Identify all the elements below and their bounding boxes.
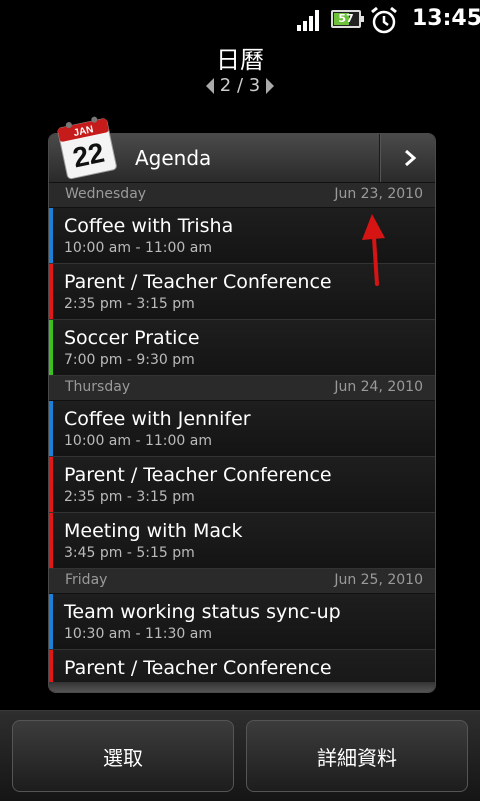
agenda-title: Agenda: [135, 146, 212, 170]
day-date: Jun 25, 2010: [334, 572, 423, 588]
page-indicator[interactable]: 2 / 3: [0, 75, 480, 96]
event-time: 10:30 am - 11:30 am: [64, 626, 212, 642]
page-indicator-label: 2 / 3: [219, 75, 261, 96]
event-time: 2:35 pm - 3:15 pm: [64, 489, 195, 505]
details-button[interactable]: 詳細資料: [246, 720, 468, 792]
bottom-bar: 選取 詳細資料: [0, 710, 480, 801]
event-color-bar: [49, 594, 53, 649]
event-item[interactable]: Team working status sync-up 10:30 am - 1…: [49, 594, 435, 650]
day-header: Thursday Jun 24, 2010: [49, 376, 435, 401]
event-title: Parent / Teacher Conference: [64, 464, 332, 486]
event-title: Coffee with Trisha: [64, 215, 234, 237]
event-title: Coffee with Jennifer: [64, 408, 251, 430]
event-title: Parent / Teacher Conference: [64, 657, 332, 679]
event-item[interactable]: Meeting with Mack 3:45 pm - 5:15 pm: [49, 513, 435, 569]
event-time: 10:00 am - 11:00 am: [64, 240, 212, 256]
calendar-icon: JAN 22: [57, 116, 117, 180]
red-arrow-icon: [362, 214, 385, 286]
alarm-clock-icon: [371, 6, 397, 34]
event-title: Parent / Teacher Conference: [64, 271, 332, 293]
event-title: Meeting with Mack: [64, 520, 243, 542]
event-title: Soccer Pratice: [64, 327, 200, 349]
chevron-right-icon: [405, 149, 417, 167]
event-color-bar: [49, 264, 53, 319]
event-item[interactable]: Coffee with Jennifer 10:00 am - 11:00 am: [49, 401, 435, 457]
day-date: Jun 24, 2010: [334, 379, 423, 395]
day-header: Friday Jun 25, 2010: [49, 569, 435, 594]
event-time: 2:35 pm - 3:15 pm: [64, 296, 195, 312]
previous-page-icon[interactable]: [205, 78, 214, 94]
status-time: 13:45: [412, 6, 480, 31]
event-color-bar: [49, 401, 53, 456]
next-page-icon[interactable]: [266, 78, 275, 94]
calendar-icon-day: 22: [70, 137, 107, 174]
event-item[interactable]: Parent / Teacher Conference 2:35 pm - 3:…: [49, 457, 435, 513]
day-name: Thursday: [65, 379, 131, 395]
signal-icon: [297, 9, 323, 31]
event-time: 7:00 pm - 9:30 pm: [64, 352, 195, 368]
event-item[interactable]: Soccer Pratice 7:00 pm - 9:30 pm: [49, 320, 435, 376]
battery-level: 57: [338, 12, 354, 25]
page-title: 日曆: [216, 46, 264, 74]
event-color-bar: [49, 320, 53, 375]
battery-icon: 57: [331, 10, 364, 28]
agenda-footer: [49, 682, 435, 692]
day-name: Friday: [65, 572, 108, 588]
event-time: 3:45 pm - 5:15 pm: [64, 545, 195, 561]
select-button[interactable]: 選取: [12, 720, 234, 792]
status-bar: 57 13:45: [0, 0, 480, 38]
day-header: Wednesday Jun 23, 2010: [49, 183, 435, 208]
agenda-next-button[interactable]: [385, 134, 435, 182]
event-color-bar: [49, 457, 53, 512]
event-color-bar: [49, 208, 53, 263]
event-title: Team working status sync-up: [64, 601, 341, 623]
day-name: Wednesday: [65, 186, 147, 202]
event-color-bar: [49, 513, 53, 568]
day-date: Jun 23, 2010: [334, 186, 423, 202]
event-time: 10:00 am - 11:00 am: [64, 433, 212, 449]
